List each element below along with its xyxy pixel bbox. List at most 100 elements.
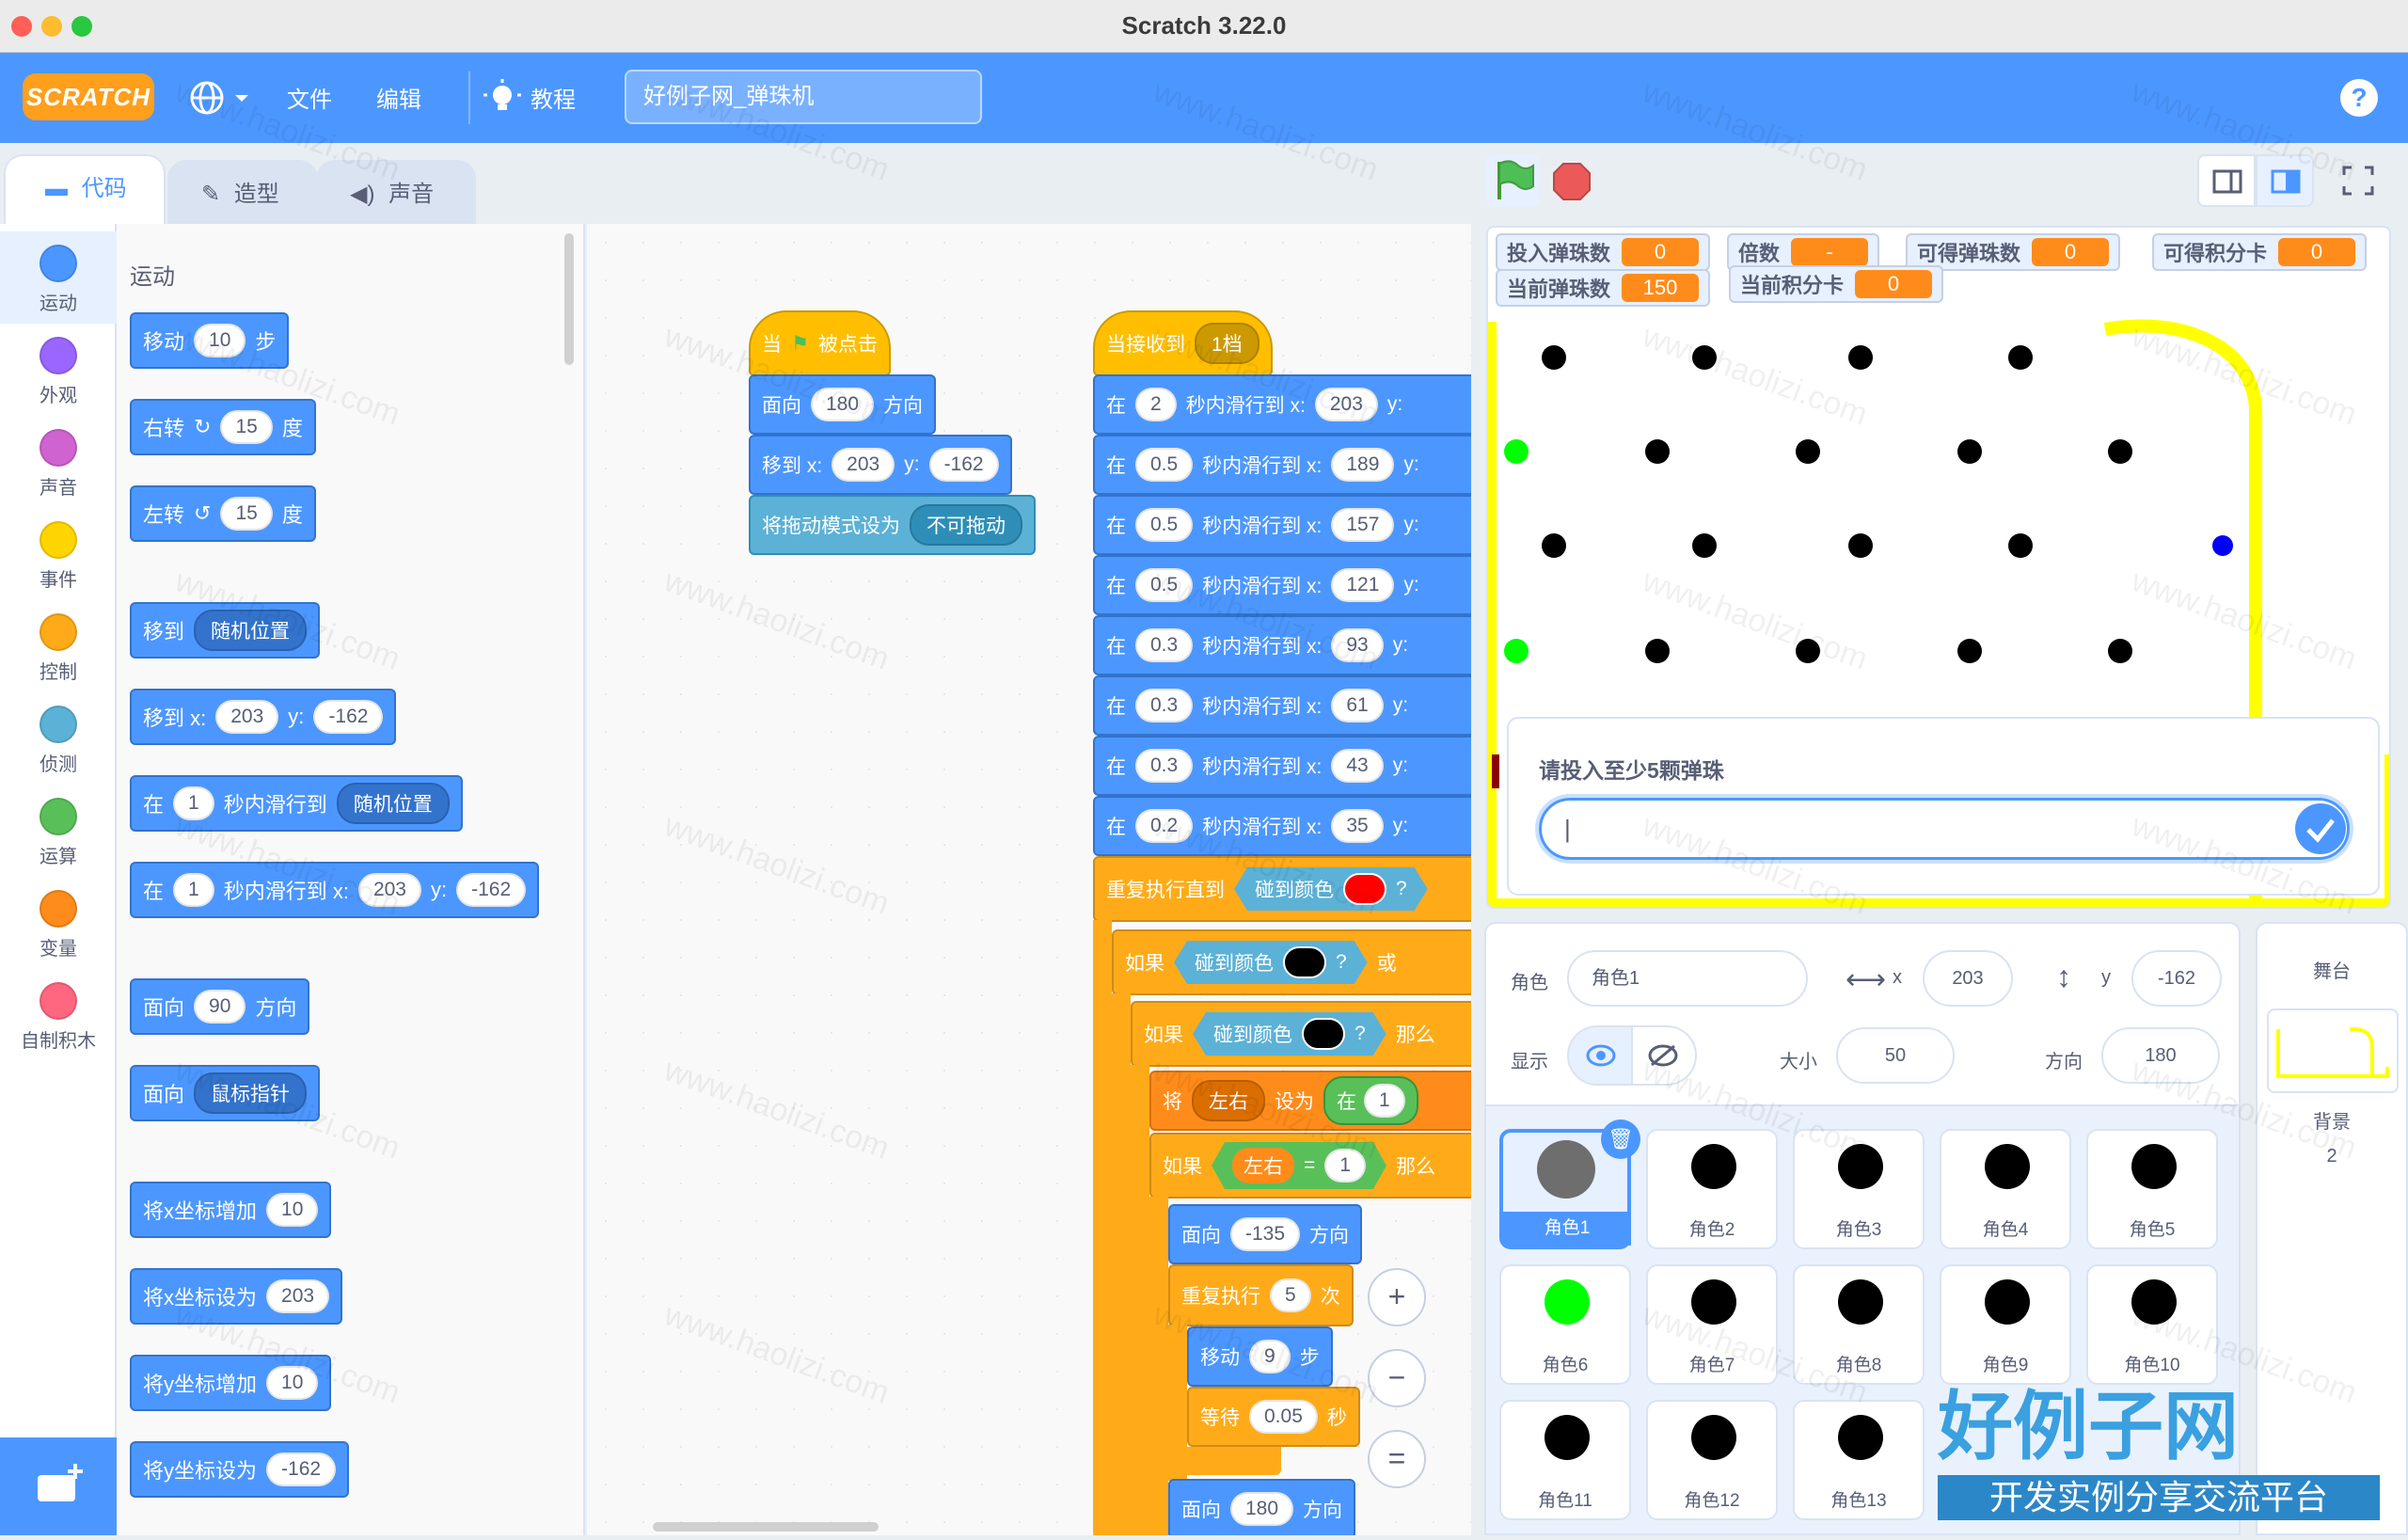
y-input[interactable]: -162 xyxy=(456,873,527,907)
glide-xy-block[interactable]: 在 2 秒内滑行到 x: 203 y: xyxy=(1093,374,1471,435)
direction-input[interactable]: 180 xyxy=(811,388,875,421)
sprite-tile[interactable]: 角色3 xyxy=(1793,1129,1925,1249)
direction-input[interactable]: 180 xyxy=(1230,1492,1294,1526)
if-then-block[interactable]: 如果 碰到颜色? 那么 xyxy=(1131,1001,1471,1067)
x-input[interactable]: 203 xyxy=(215,700,279,734)
stop-button[interactable] xyxy=(1552,162,1592,206)
glide-xy-block[interactable]: 在 0.2 秒内滑行到 x: 35 y: xyxy=(1093,796,1471,856)
variable-monitor[interactable]: 当前弹珠数 150 xyxy=(1496,269,1711,307)
x-input[interactable]: 93 xyxy=(1331,628,1384,662)
direction-input[interactable]: -135 xyxy=(1230,1217,1301,1251)
add-extension-button[interactable] xyxy=(0,1437,117,1535)
goto-xy-block[interactable]: 移到 x: 203 y: -162 xyxy=(130,689,397,745)
touching-color-condition[interactable]: 碰到颜色? xyxy=(1174,941,1368,984)
set-variable-block[interactable]: 将左右 设为在 1 xyxy=(1149,1071,1471,1131)
category-8[interactable]: 自制积木 xyxy=(0,969,117,1061)
x-input[interactable]: 203 xyxy=(1314,388,1378,421)
zoom-reset-button[interactable]: = xyxy=(1368,1430,1426,1488)
set-x-block[interactable]: 将x坐标设为 203 xyxy=(130,1268,343,1325)
y-input[interactable]: -162 xyxy=(313,700,384,734)
wait-seconds-input[interactable]: 0.05 xyxy=(1249,1400,1318,1434)
touching-color-condition[interactable]: 碰到颜色? xyxy=(1193,1012,1386,1056)
variable-monitor[interactable]: 当前积分卡 0 xyxy=(1729,265,1944,303)
steps-input[interactable]: 10 xyxy=(194,324,246,357)
wait-block[interactable]: 等待 0.05 秒 xyxy=(1187,1387,1360,1447)
change-x-block[interactable]: 将x坐标增加 10 xyxy=(130,1182,332,1238)
glide-xy-block[interactable]: 在 0.5 秒内滑行到 x: 157 y: xyxy=(1093,495,1471,555)
secs-input[interactable]: 1 xyxy=(173,786,214,820)
turn-left-block[interactable]: 左转 ↺ 15 度 xyxy=(130,485,316,542)
y-input[interactable]: -162 xyxy=(2131,950,2222,1007)
secs-input[interactable]: 0.5 xyxy=(1135,508,1194,542)
large-stage-button[interactable] xyxy=(2256,154,2314,207)
small-stage-button[interactable] xyxy=(2197,154,2256,207)
black-color-swatch[interactable] xyxy=(1302,1018,1345,1050)
x-input[interactable]: 35 xyxy=(1331,809,1384,843)
point-direction-block[interactable]: 面向 180 方向 xyxy=(749,374,937,435)
direction-input[interactable]: 90 xyxy=(194,990,246,1024)
point-towards-block[interactable]: 面向 鼠标指针 xyxy=(130,1065,321,1121)
category-2[interactable]: 声音 xyxy=(0,416,117,508)
category-4[interactable]: 控制 xyxy=(0,600,117,692)
red-color-swatch[interactable] xyxy=(1343,873,1386,905)
x-input[interactable]: 43 xyxy=(1331,749,1384,783)
project-title-input[interactable]: 好例子网_弹珠机 xyxy=(625,70,982,124)
sprite-tile[interactable]: 角色2 xyxy=(1646,1129,1778,1249)
if-block[interactable]: 如果 碰到颜色? 或 xyxy=(1112,929,1471,995)
point-direction-block[interactable]: 面向 180 方向 xyxy=(1168,1479,1356,1535)
sprite-tile[interactable]: 角色12 xyxy=(1646,1400,1778,1520)
file-menu[interactable]: 文件 xyxy=(287,81,332,114)
sprite-tile[interactable]: 角色6 xyxy=(1499,1264,1631,1385)
towards-dropdown[interactable]: 鼠标指针 xyxy=(194,1072,308,1114)
point-direction-block[interactable]: 面向 90 方向 xyxy=(130,978,310,1035)
y-input[interactable]: -162 xyxy=(928,448,999,482)
sprite-tile[interactable]: 角色1 🗑 xyxy=(1499,1119,1640,1249)
glide-xy-block[interactable]: 在 0.3 秒内滑行到 x: 61 y: xyxy=(1093,675,1471,736)
secs-input[interactable]: 0.5 xyxy=(1135,448,1194,482)
y-input[interactable]: -162 xyxy=(266,1453,337,1486)
dx-input[interactable]: 10 xyxy=(266,1193,319,1227)
glide-dropdown[interactable]: 随机位置 xyxy=(336,783,450,824)
degrees-input[interactable]: 15 xyxy=(220,410,273,444)
drag-mode-dropdown[interactable]: 不可拖动 xyxy=(910,504,1022,546)
dy-input[interactable]: 10 xyxy=(266,1366,319,1400)
secs-input[interactable]: 0.2 xyxy=(1135,809,1194,843)
secs-input[interactable]: 0.3 xyxy=(1135,749,1194,783)
size-input[interactable]: 50 xyxy=(1836,1027,1955,1084)
palette-scrollbar[interactable] xyxy=(564,233,574,365)
zoom-out-button[interactable]: − xyxy=(1368,1349,1426,1407)
degrees-input[interactable]: 15 xyxy=(220,497,273,531)
point-direction-block[interactable]: 面向 -135 方向 xyxy=(1168,1204,1363,1264)
hide-sprite-button[interactable] xyxy=(1631,1025,1697,1086)
fullscreen-button[interactable] xyxy=(2329,154,2387,207)
edit-menu[interactable]: 编辑 xyxy=(376,81,421,114)
when-receive-block[interactable]: 当接收到 1档 xyxy=(1093,310,1273,376)
tab-code[interactable]: ▬ 代码 xyxy=(4,154,166,230)
workspace-horizontal-scrollbar[interactable] xyxy=(653,1522,879,1532)
category-7[interactable]: 变量 xyxy=(0,877,117,969)
ask-input[interactable]: | xyxy=(1539,798,2350,860)
stage-selector[interactable]: 舞台 背景 2 xyxy=(2256,922,2408,1535)
sprite-tile[interactable]: 角色11 xyxy=(1499,1400,1631,1520)
script-workspace[interactable]: 当 ⚑ 被点击 面向 180 方向 移到 x: 203 y: -162 将拖动模式设为 不可拖动… xyxy=(587,224,1471,1535)
move-steps-block[interactable]: 移动 10 步 xyxy=(130,312,290,369)
x-input[interactable]: 203 xyxy=(1923,950,2013,1007)
touching-color-condition[interactable]: 碰到颜色? xyxy=(1234,867,1428,911)
ask-submit-button[interactable] xyxy=(2295,803,2346,854)
variable-reporter[interactable]: 左右 xyxy=(1232,1148,1294,1183)
change-y-block[interactable]: 将y坐标增加 10 xyxy=(130,1355,332,1411)
scratch-logo[interactable]: SCRATCH xyxy=(23,73,154,120)
glide-xy-block[interactable]: 在 1 秒内滑行到 x: 203 y: -162 xyxy=(130,862,540,918)
if-then-block[interactable]: 如果 左右 = 1 那么 xyxy=(1149,1133,1471,1199)
category-0[interactable]: 运动 xyxy=(0,231,117,324)
black-color-swatch[interactable] xyxy=(1283,946,1326,978)
category-1[interactable]: 外观 xyxy=(0,324,117,416)
secs-input[interactable]: 1 xyxy=(173,873,214,907)
category-6[interactable]: 运算 xyxy=(0,785,117,877)
stage-thumbnail[interactable] xyxy=(2267,1008,2399,1093)
x-input[interactable]: 203 xyxy=(357,873,421,907)
direction-input[interactable]: 180 xyxy=(2101,1027,2220,1084)
random-operator[interactable]: 在1 xyxy=(1323,1076,1418,1125)
glide-xy-block[interactable]: 在 0.5 秒内滑行到 x: 121 y: xyxy=(1093,555,1471,615)
glide-xy-block[interactable]: 在 0.5 秒内滑行到 x: 189 y: xyxy=(1093,435,1471,495)
